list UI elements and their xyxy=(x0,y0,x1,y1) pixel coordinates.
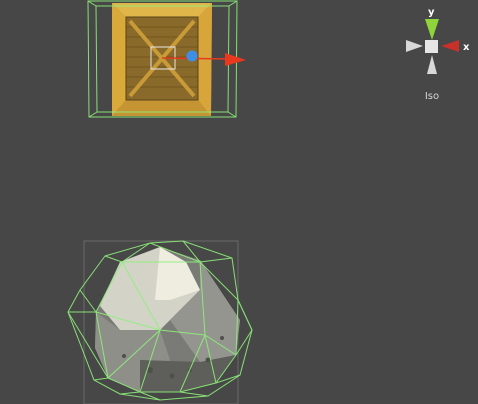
scene-view[interactable]: y x Iso xyxy=(0,0,478,404)
crate-top-bevel xyxy=(112,3,212,17)
projection-mode-label[interactable]: Iso xyxy=(412,91,452,102)
axis-x-label: x xyxy=(463,42,470,53)
axis-x-cone-icon[interactable] xyxy=(441,40,459,52)
crate-left-bevel xyxy=(112,3,126,116)
crate-object[interactable] xyxy=(112,3,212,116)
move-center-dot-icon[interactable] xyxy=(186,50,198,62)
crate-right-bevel xyxy=(198,3,212,116)
crate-bottom-bevel xyxy=(112,100,211,116)
axis-z-cone-icon[interactable] xyxy=(406,40,423,52)
axis-neg-y-cone-icon[interactable] xyxy=(427,55,437,74)
move-x-arrow-icon[interactable] xyxy=(225,53,246,66)
center-cube-icon[interactable] xyxy=(425,40,438,53)
axis-y-cone-icon[interactable] xyxy=(425,19,439,40)
axis-y-label: y xyxy=(428,7,435,18)
